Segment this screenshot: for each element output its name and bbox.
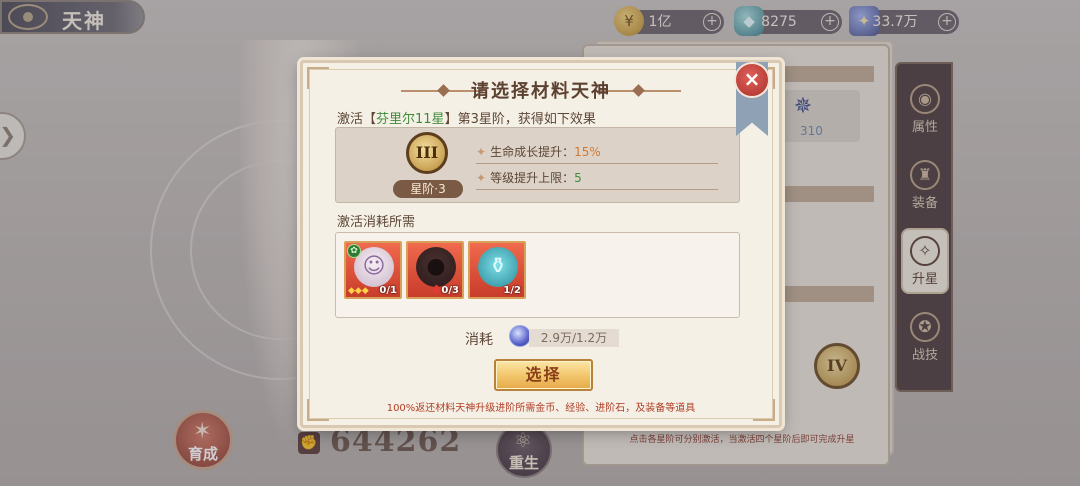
rank-medal-icon: III [406,132,448,174]
sparkle-icon: ✦ [476,171,487,185]
activate-target: 芬里尔11星 [376,112,445,127]
potion-bottle-icon: ⚱ [478,247,518,287]
effect-row: ✦ 等级提升上限：5 [476,166,718,190]
silhouette-portrait-icon: ● [416,247,456,287]
materials-box: ☺ ✿ ◆◆◆ 0/1 ● 0/3 ⚱ 1/2 [335,232,740,318]
effect-row: ✦ 生命成长提升：15% [476,140,718,164]
star-rating-icon: ◆◆◆ [348,286,369,296]
material-count: 0/3 [441,285,459,296]
activate-suffix: 】第3星阶，获得如下效果 [444,112,596,127]
cost-heading: 激活消耗所需 [337,215,416,230]
rank-label: 星阶·3 [393,180,463,198]
activate-description: 激活【芬里尔11星】第3星阶，获得如下效果 [337,108,596,127]
material-slot-character[interactable]: ☺ ✿ ◆◆◆ 0/1 [344,241,402,299]
consume-value: 2.9万/1.2万 [529,329,619,347]
exp-orb-icon [509,325,531,347]
effect-label: 等级提升上限： [490,171,575,185]
material-slot-potion[interactable]: ⚱ 1/2 [468,241,526,299]
element-badge-icon: ✿ [347,244,361,258]
activate-prefix: 激活【 [337,112,377,127]
effect-value: 5 [574,171,582,185]
effect-label: 生命成长提升： [490,145,575,159]
sparkle-icon: ✦ [476,145,487,159]
dialog-title: 请选择材料天神 [471,81,611,102]
consume-label: 消耗 [465,332,493,348]
select-button[interactable]: 选择 [494,359,593,391]
refund-note: 100%返还材料天神升级进阶所需金币、经验、进阶石，及装备等道具 [386,403,696,414]
material-count: 0/1 [379,285,397,296]
material-slot-silhouette[interactable]: ● 0/3 [406,241,464,299]
close-button[interactable]: × [734,62,770,98]
rank-effect-box: III 星阶·3 ✦ 生命成长提升：15% ✦ 等级提升上限：5 [335,127,740,203]
effect-value: 15% [574,145,601,159]
material-count: 1/2 [503,285,521,296]
select-material-dialog: 请选择材料天神 激活【芬里尔11星】第3星阶，获得如下效果 III 星阶·3 ✦… [300,60,782,428]
